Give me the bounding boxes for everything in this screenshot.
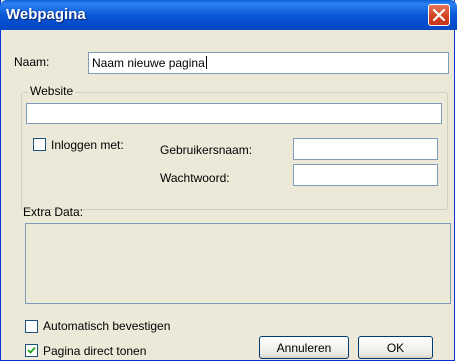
direct-label: Pagina direct tonen <box>43 344 147 358</box>
naam-label: Naam: <box>14 55 50 69</box>
naam-input[interactable]: Naam nieuwe pagina <box>88 52 449 74</box>
direct-checkbox[interactable] <box>25 344 38 357</box>
checkmark-icon <box>27 346 36 354</box>
extra-data-textarea[interactable] <box>25 223 451 304</box>
dialog-body: Naam: Naam nieuwe pagina Website Inlogge… <box>3 30 453 359</box>
title-bar[interactable]: Webpagina <box>0 0 457 30</box>
ok-button-label: OK <box>386 340 405 355</box>
close-icon <box>433 9 445 21</box>
inloggen-checkbox[interactable] <box>33 138 46 151</box>
extra-data-label: Extra Data: <box>23 205 84 219</box>
automatisch-checkbox[interactable] <box>25 320 38 333</box>
website-group-title: Website <box>28 84 76 98</box>
window-title: Webpagina <box>6 6 86 23</box>
naam-value: Naam nieuwe pagina <box>92 56 207 70</box>
website-input[interactable] <box>26 103 442 124</box>
cancel-button[interactable]: Annuleren <box>259 336 349 359</box>
gebruikersnaam-input[interactable] <box>293 138 438 160</box>
inloggen-label: Inloggen met: <box>51 138 124 152</box>
wachtwoord-label: Wachtwoord: <box>160 171 230 185</box>
close-button[interactable] <box>428 4 450 26</box>
wachtwoord-input[interactable] <box>293 164 438 186</box>
automatisch-label: Automatisch bevestigen <box>43 319 171 333</box>
gebruikersnaam-label: Gebruikersnaam: <box>160 143 253 157</box>
cancel-button-label: Annuleren <box>276 340 332 355</box>
ok-button[interactable]: OK <box>358 336 433 359</box>
